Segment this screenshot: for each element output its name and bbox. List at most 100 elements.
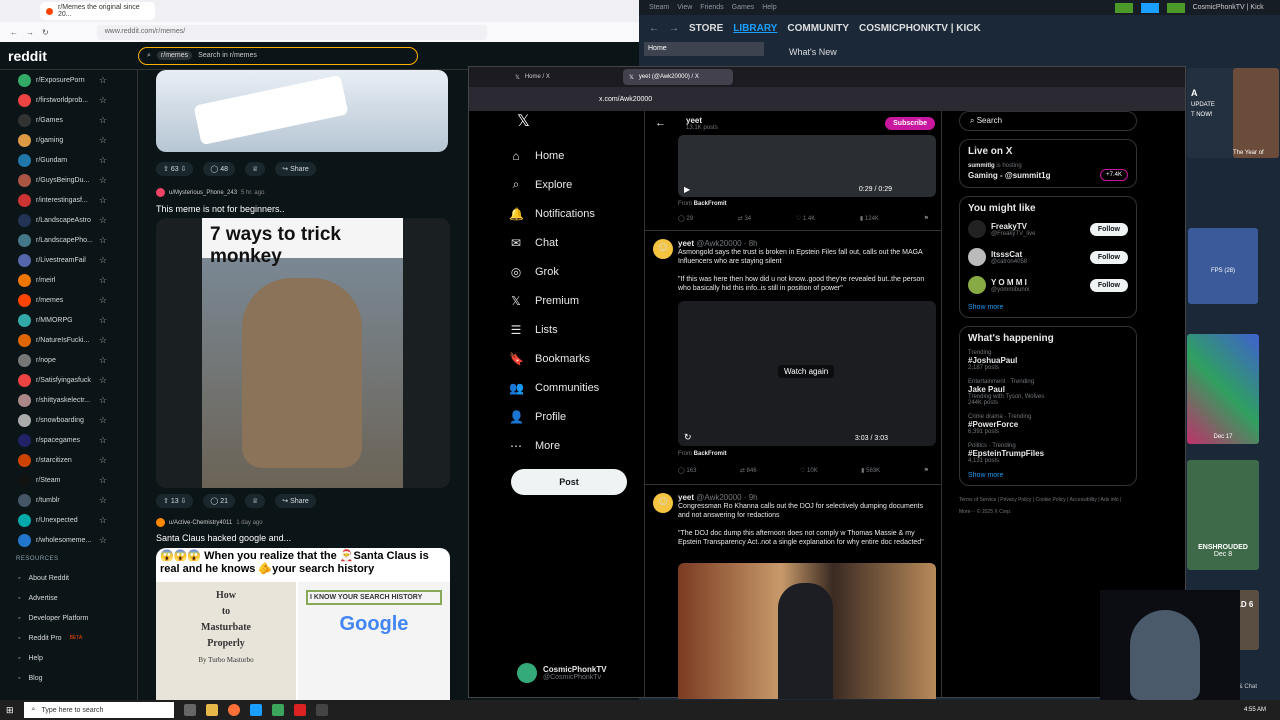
resource-link[interactable]: ◦ Developer Platform xyxy=(0,608,137,628)
nav-notifications[interactable]: 🔔 Notifications xyxy=(509,199,639,228)
tweet-author[interactable]: yeet @Awk20000 · 8h xyxy=(678,239,936,248)
post-title[interactable]: This meme is not for beginners.. xyxy=(156,204,285,214)
star-icon[interactable]: ☆ xyxy=(99,375,107,386)
comments-button[interactable]: ◯ 48 xyxy=(203,162,235,176)
award-button[interactable]: ♕ xyxy=(245,494,266,508)
account-switcher[interactable]: CosmicPhonkTV @CosmicPhonkTv xyxy=(517,663,607,683)
tab-reddit[interactable]: r/Memes the original since 20... xyxy=(40,2,155,20)
bookmark-icon[interactable]: ⚑ xyxy=(924,215,929,222)
task-view-icon[interactable] xyxy=(183,704,196,716)
share-button[interactable]: ↪ Share xyxy=(275,494,316,508)
star-icon[interactable]: ☆ xyxy=(99,255,107,266)
sidebar-subreddit[interactable]: r/Satisfyingasfuck ☆ xyxy=(0,370,137,390)
star-icon[interactable]: ☆ xyxy=(99,315,107,326)
trend-item[interactable]: Trending #JoshuaPaul 2,187 posts xyxy=(968,350,1128,371)
tweet-author[interactable]: yeet @Awk20000 · 9h xyxy=(678,493,936,502)
menu-view[interactable]: View xyxy=(677,4,692,11)
live-show[interactable]: Gaming - @summit1g xyxy=(968,171,1050,180)
star-icon[interactable]: ☆ xyxy=(99,95,107,106)
watch-again-button[interactable]: Watch again xyxy=(778,365,835,378)
nav-store[interactable]: STORE xyxy=(689,23,723,34)
nav-chat[interactable]: ✉ Chat xyxy=(509,228,639,257)
sidebar-subreddit[interactable]: r/memes ☆ xyxy=(0,290,137,310)
back-icon[interactable]: ← xyxy=(649,23,659,34)
star-icon[interactable]: ☆ xyxy=(99,535,107,546)
post-user[interactable]: u/Mysterious_Phone_243 xyxy=(169,190,237,196)
menu-games[interactable]: Games xyxy=(732,4,755,11)
resource-link[interactable]: ◦ About Reddit xyxy=(0,568,137,588)
announce-icon[interactable] xyxy=(1140,2,1159,13)
yacht-image[interactable] xyxy=(156,70,448,152)
nav-kick[interactable]: COSMICPHONKTV | KICK xyxy=(859,23,981,34)
sidebar-subreddit[interactable]: r/shittyaskelectr... ☆ xyxy=(0,390,137,410)
resource-link[interactable]: ◦ Blog xyxy=(0,668,137,688)
game-tile[interactable]: A UPDATE T NOW! xyxy=(1187,68,1237,158)
star-icon[interactable]: ☆ xyxy=(99,355,107,366)
sidebar-subreddit[interactable]: r/LivestreamFail ☆ xyxy=(0,250,137,270)
star-icon[interactable]: ☆ xyxy=(99,155,107,166)
user-name[interactable]: Y O M M I xyxy=(991,278,1085,287)
star-icon[interactable]: ☆ xyxy=(99,475,107,486)
post-button[interactable]: Post xyxy=(511,469,627,495)
sidebar-subreddit[interactable]: r/starcitizen ☆ xyxy=(0,450,137,470)
bookmark-icon[interactable]: ⚑ xyxy=(924,467,929,474)
show-more-link[interactable]: Show more xyxy=(968,472,1128,479)
star-icon[interactable]: ☆ xyxy=(99,135,107,146)
star-icon[interactable]: ☆ xyxy=(99,335,107,346)
star-icon[interactable]: ☆ xyxy=(99,115,107,126)
sidebar-subreddit[interactable]: r/GuysBeingDu... ☆ xyxy=(0,170,137,190)
resource-link[interactable]: ◦ Advertise xyxy=(0,588,137,608)
avatar[interactable]: ☺ xyxy=(653,239,673,259)
x-logo-icon[interactable]: 𝕏 xyxy=(509,111,639,141)
steam-icon[interactable] xyxy=(249,704,262,716)
repost-button[interactable]: ⇄ 846 xyxy=(740,467,757,474)
vote-button[interactable]: ⇧ 13 ⇩ xyxy=(156,494,194,508)
subscribe-button[interactable]: Subscribe xyxy=(885,116,935,130)
tab-x-profile[interactable]: 𝕏yeet (@Awk20000) / X xyxy=(623,69,733,85)
sidebar-subreddit[interactable]: r/LandscapeAstro ☆ xyxy=(0,210,137,230)
star-icon[interactable]: ☆ xyxy=(99,275,107,286)
avatar[interactable] xyxy=(968,248,986,266)
user-name[interactable]: FreakyTV xyxy=(991,222,1085,231)
star-icon[interactable]: ☆ xyxy=(99,235,107,246)
video-player[interactable]: Watch again 3:03 / 3:03 ↻ xyxy=(678,301,936,446)
source-name[interactable]: BackFromit xyxy=(694,201,727,207)
game-tile[interactable]: Dec 17 xyxy=(1187,334,1259,444)
star-icon[interactable]: ☆ xyxy=(99,215,107,226)
live-count[interactable]: +7.4K xyxy=(1100,169,1128,181)
nav-communities[interactable]: 👥 Communities xyxy=(509,373,639,402)
sidebar-subreddit[interactable]: r/snowboarding ☆ xyxy=(0,410,137,430)
sidebar-subreddit[interactable]: r/Steam ☆ xyxy=(0,470,137,490)
star-icon[interactable]: ☆ xyxy=(99,395,107,406)
avatar[interactable] xyxy=(968,276,986,294)
windows-start-icon[interactable]: ⊞ xyxy=(6,705,14,716)
sidebar-subreddit[interactable]: r/nope ☆ xyxy=(0,350,137,370)
share-button[interactable]: ↪ Share xyxy=(275,162,316,176)
sidebar-subreddit[interactable]: r/Unexpected ☆ xyxy=(0,510,137,530)
reply-button[interactable]: ◯ 163 xyxy=(678,467,696,474)
repost-button[interactable]: ⇄ 34 xyxy=(738,215,751,222)
search-input[interactable]: ⌕ Search xyxy=(959,111,1137,131)
source-name[interactable]: BackFromit xyxy=(694,451,727,457)
follow-button[interactable]: Follow xyxy=(1089,278,1128,292)
star-icon[interactable]: ☆ xyxy=(99,515,107,526)
sidebar-subreddit[interactable]: r/firstworldprob... ☆ xyxy=(0,90,137,110)
taskbar-search[interactable]: ⌕ Type here to search xyxy=(23,702,174,718)
sidebar-subreddit[interactable]: r/Games ☆ xyxy=(0,110,137,130)
star-icon[interactable]: ☆ xyxy=(99,195,107,206)
star-icon[interactable]: ☆ xyxy=(99,175,107,186)
star-icon[interactable]: ☆ xyxy=(99,455,107,466)
app-icon[interactable] xyxy=(271,704,284,716)
vote-button[interactable]: ⇧ 63 ⇩ xyxy=(156,162,194,176)
nav-bookmarks[interactable]: 🔖 Bookmarks xyxy=(509,344,639,373)
game-tile[interactable]: ENSHROUDED Dec 8 xyxy=(1187,460,1259,570)
forward-icon[interactable]: → xyxy=(26,28,34,37)
avatar[interactable] xyxy=(968,220,986,238)
address-bar[interactable]: x.com/Awk20000 xyxy=(469,87,1185,111)
sidebar-subreddit[interactable]: r/ExposurePorn ☆ xyxy=(0,70,137,90)
sidebar-subreddit[interactable]: r/LandscapePho... ☆ xyxy=(0,230,137,250)
like-button[interactable]: ♡ 1.4K xyxy=(796,215,815,222)
forward-icon[interactable]: → xyxy=(669,23,679,34)
sidebar-subreddit[interactable]: r/NatureIsFucki... ☆ xyxy=(0,330,137,350)
video-player[interactable]: 0:29 / 0:29 ▶ xyxy=(678,135,936,197)
